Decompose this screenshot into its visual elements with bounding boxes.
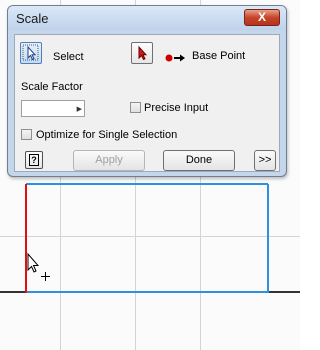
precise-input-checkbox[interactable] (130, 102, 141, 113)
base-point-dot-icon (165, 54, 185, 62)
close-button[interactable]: X (244, 9, 280, 26)
crosshair-icon (41, 272, 50, 281)
apply-button[interactable]: Apply (73, 150, 145, 171)
scale-factor-label: Scale Factor (21, 81, 83, 93)
scale-factor-input[interactable]: ▶ (21, 100, 85, 117)
select-button[interactable] (20, 42, 42, 64)
base-point-button[interactable] (131, 42, 153, 64)
optimize-checkbox[interactable] (21, 129, 32, 140)
scale-dialog: Scale X Select Base Point Scale Factor ▶… (7, 5, 287, 177)
select-label: Select (53, 51, 84, 63)
dialog-body: Select Base Point Scale Factor ▶ Precise… (14, 34, 280, 172)
dialog-titlebar[interactable]: Scale X (8, 6, 286, 30)
precise-input-label: Precise Input (144, 102, 209, 114)
cursor-arrow-icon (27, 252, 40, 273)
select-arrow-icon (22, 44, 39, 61)
selected-rectangle (26, 183, 269, 293)
dialog-title: Scale (16, 11, 49, 26)
more-options-button[interactable]: >> (254, 150, 276, 171)
help-icon: ? (29, 154, 39, 166)
help-button[interactable]: ? (25, 151, 43, 169)
optimize-label: Optimize for Single Selection (36, 129, 178, 141)
base-point-label: Base Point (192, 50, 246, 62)
spin-arrow-icon[interactable]: ▶ (77, 105, 82, 113)
base-point-arrow-icon (138, 45, 148, 61)
done-button[interactable]: Done (163, 150, 235, 171)
